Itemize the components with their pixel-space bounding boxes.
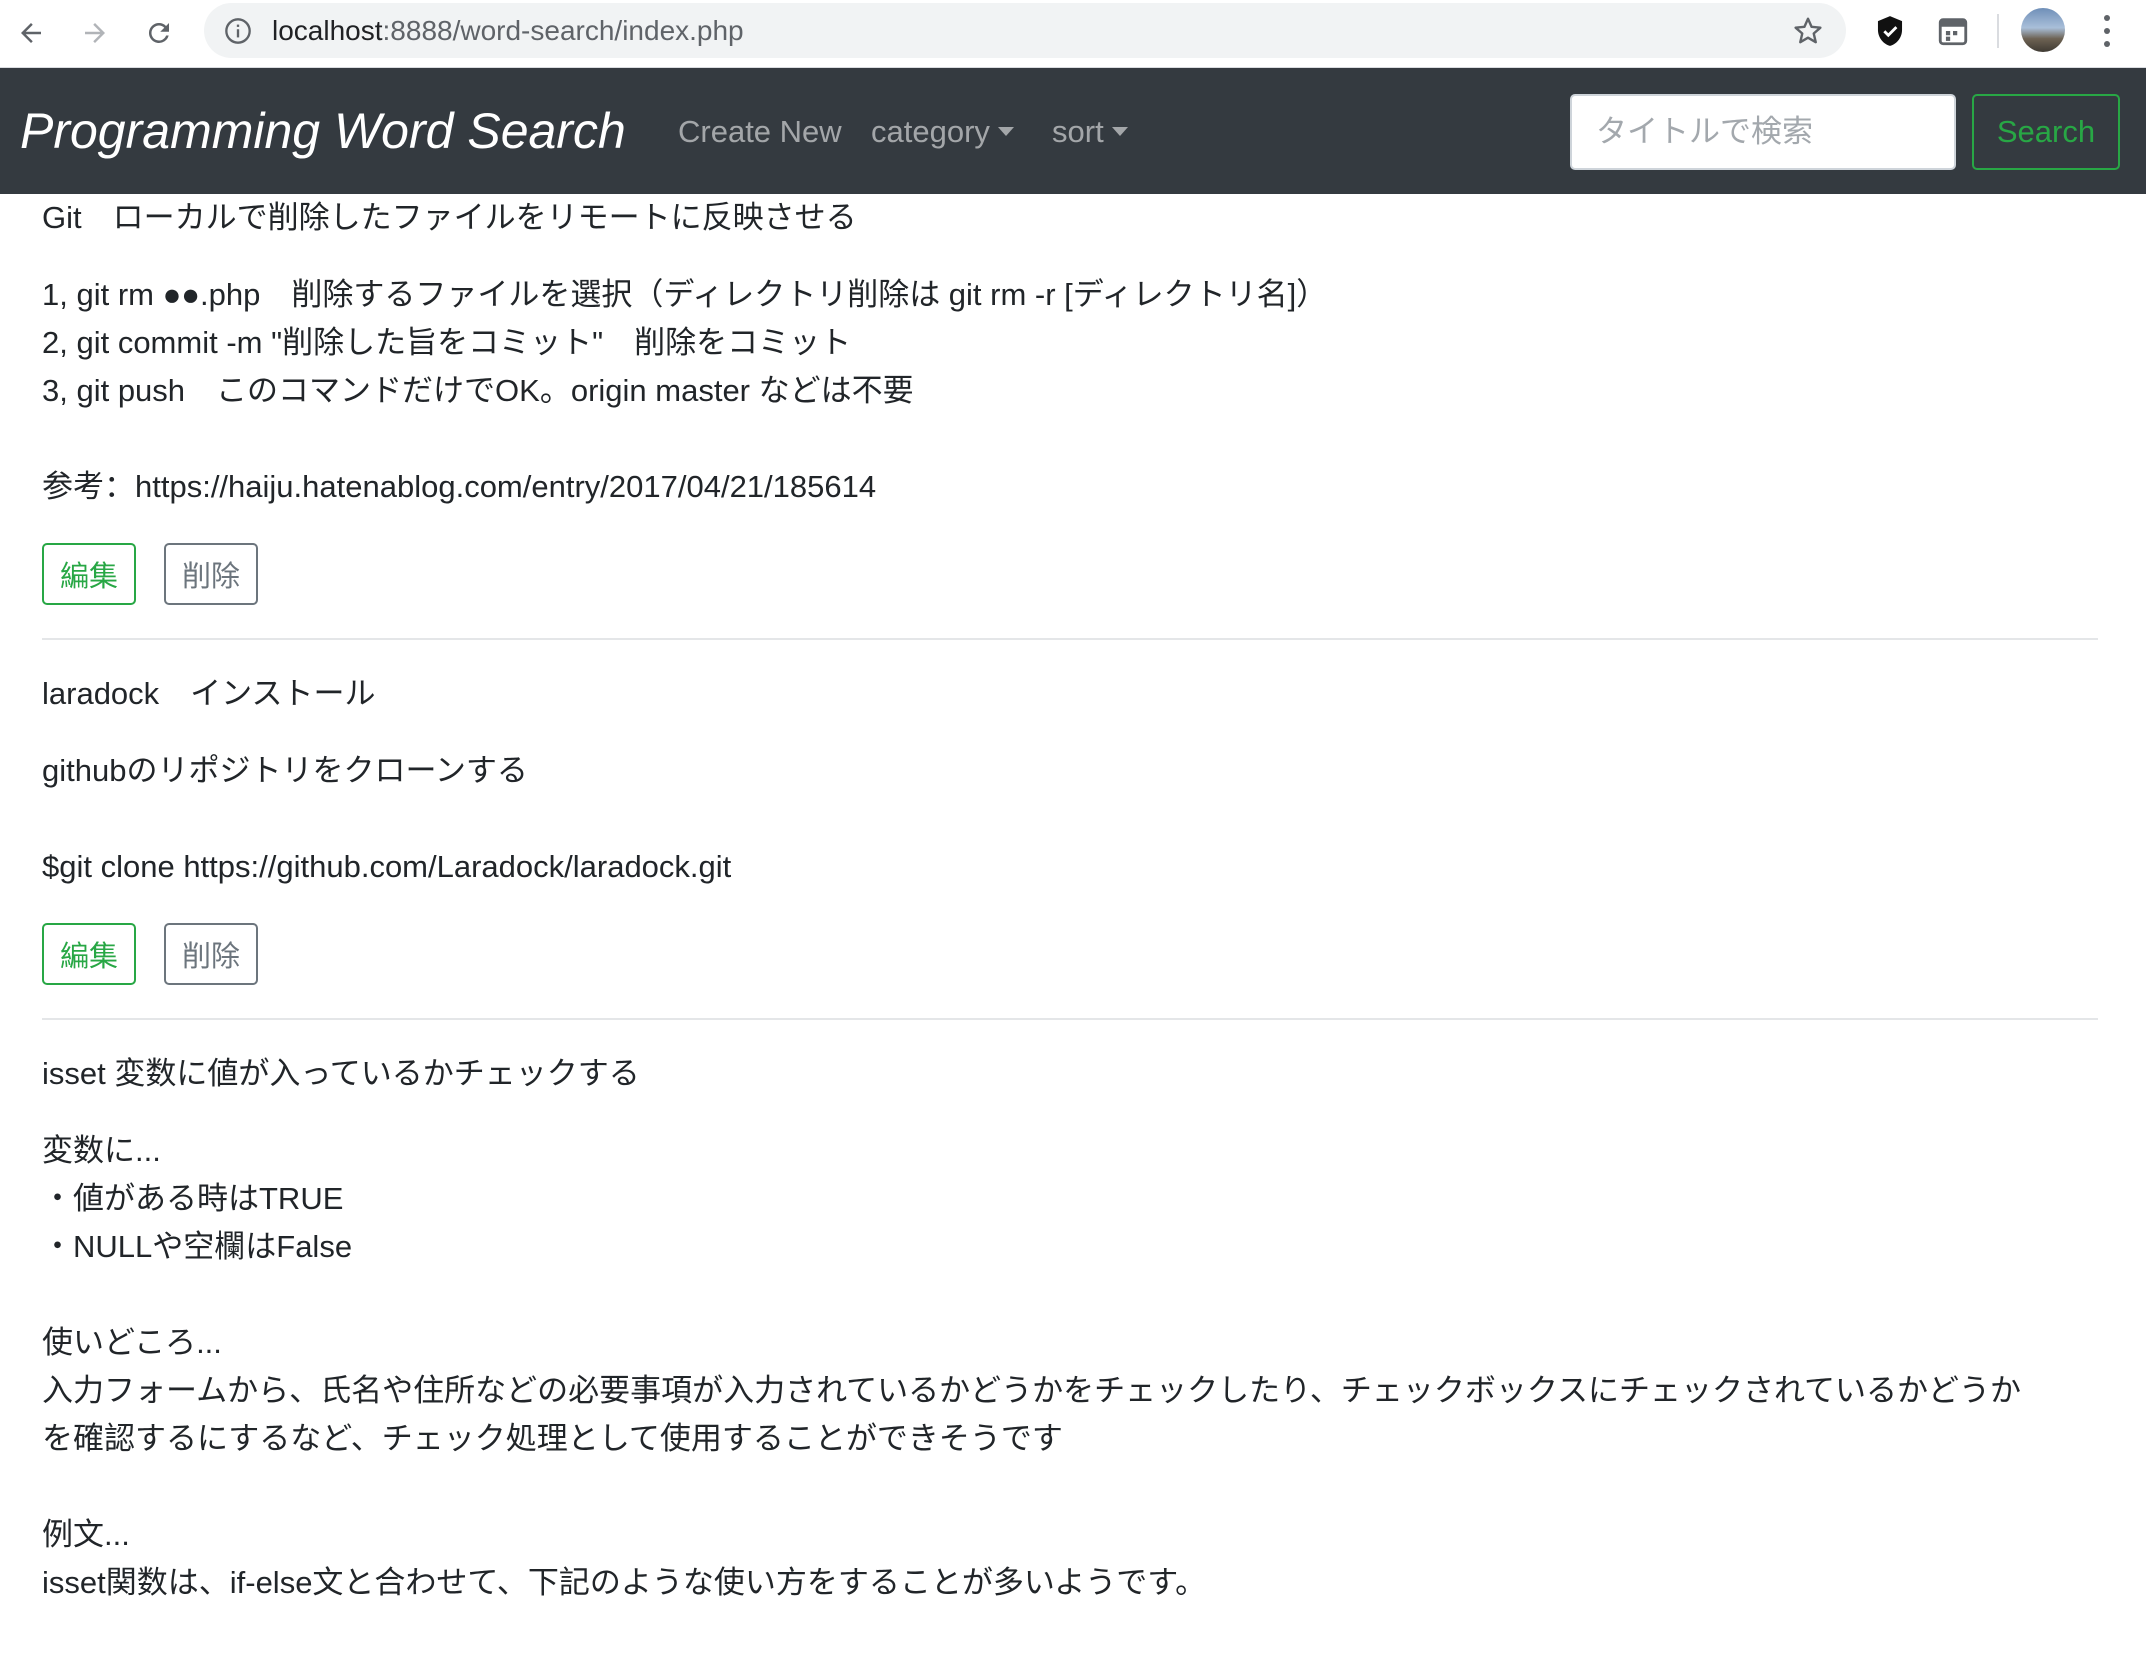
caret-down-icon (997, 127, 1014, 136)
post-item: Git ローカルで削除したファイルをリモートに反映させる 1, git rm ●… (42, 198, 2098, 605)
search-button[interactable]: Search (1972, 94, 2120, 170)
back-arrow-icon[interactable] (10, 12, 52, 54)
post-item: isset 変数に値が入っているかチェックする 変数に... ・値がある時はTR… (42, 1054, 2098, 1607)
toolbar-separator (1997, 14, 1999, 48)
calendar-extension-icon[interactable] (1934, 12, 1972, 50)
profile-avatar[interactable] (2021, 8, 2065, 52)
reload-icon[interactable] (138, 12, 180, 54)
browser-toolbar: localhost:8888/word-search/index.php (0, 0, 2146, 68)
edit-button[interactable]: 編集 (42, 923, 137, 985)
nav-sort-dropdown[interactable]: sort (1052, 114, 1128, 150)
post-actions: 編集 削除 (42, 923, 2098, 985)
nav-create-new[interactable]: Create New (678, 114, 842, 150)
edit-button[interactable]: 編集 (42, 543, 137, 605)
nav-sort-label: sort (1052, 114, 1104, 149)
address-url: localhost:8888/word-search/index.php (272, 15, 744, 47)
post-title: laradock インストール (42, 676, 376, 711)
nav-category-label: category (871, 114, 990, 149)
url-host: localhost (272, 15, 383, 46)
delete-button[interactable]: 削除 (164, 923, 259, 985)
bookmark-star-icon[interactable] (1792, 15, 1824, 47)
brand-title[interactable]: Programming Word Search (20, 102, 626, 160)
caret-down-icon (1111, 127, 1128, 136)
post-actions: 編集 削除 (42, 543, 2098, 605)
post-item: laradock インストール githubのリポジトリをクローンする $git… (42, 674, 2098, 985)
post-body: 1, git rm ●●.php 削除するファイルを選択（ディレクトリ削除は g… (42, 277, 1328, 504)
post-list: Git ローカルで削除したファイルをリモートに反映させる 1, git rm ●… (42, 194, 2098, 1607)
post-body: githubのリポジトリをクローンする $git clone https://g… (42, 753, 732, 884)
post-body: 変数に... ・値がある時はTRUE ・NULLや空欄はFalse 使いどころ.… (42, 1133, 2022, 1600)
app-navbar: Programming Word Search Create New categ… (0, 68, 2146, 194)
post-divider (42, 638, 2098, 640)
info-icon[interactable] (224, 17, 252, 45)
post-title: isset 変数に値が入っているかチェックする (42, 1056, 640, 1091)
url-path: :8888/word-search/index.php (382, 15, 744, 46)
shield-extension-icon[interactable] (1871, 12, 1909, 50)
more-menu-icon[interactable] (2092, 12, 2122, 50)
address-bar[interactable]: localhost:8888/word-search/index.php (204, 3, 1846, 58)
title-search-input[interactable] (1570, 94, 1956, 170)
forward-arrow-icon[interactable] (74, 12, 116, 54)
nav-category-dropdown[interactable]: category (871, 114, 1014, 150)
delete-button[interactable]: 削除 (164, 543, 259, 605)
post-title: Git ローカルで削除したファイルをリモートに反映させる (42, 200, 857, 235)
post-divider (42, 1018, 2098, 1020)
nav-create-new-label: Create New (678, 114, 842, 149)
